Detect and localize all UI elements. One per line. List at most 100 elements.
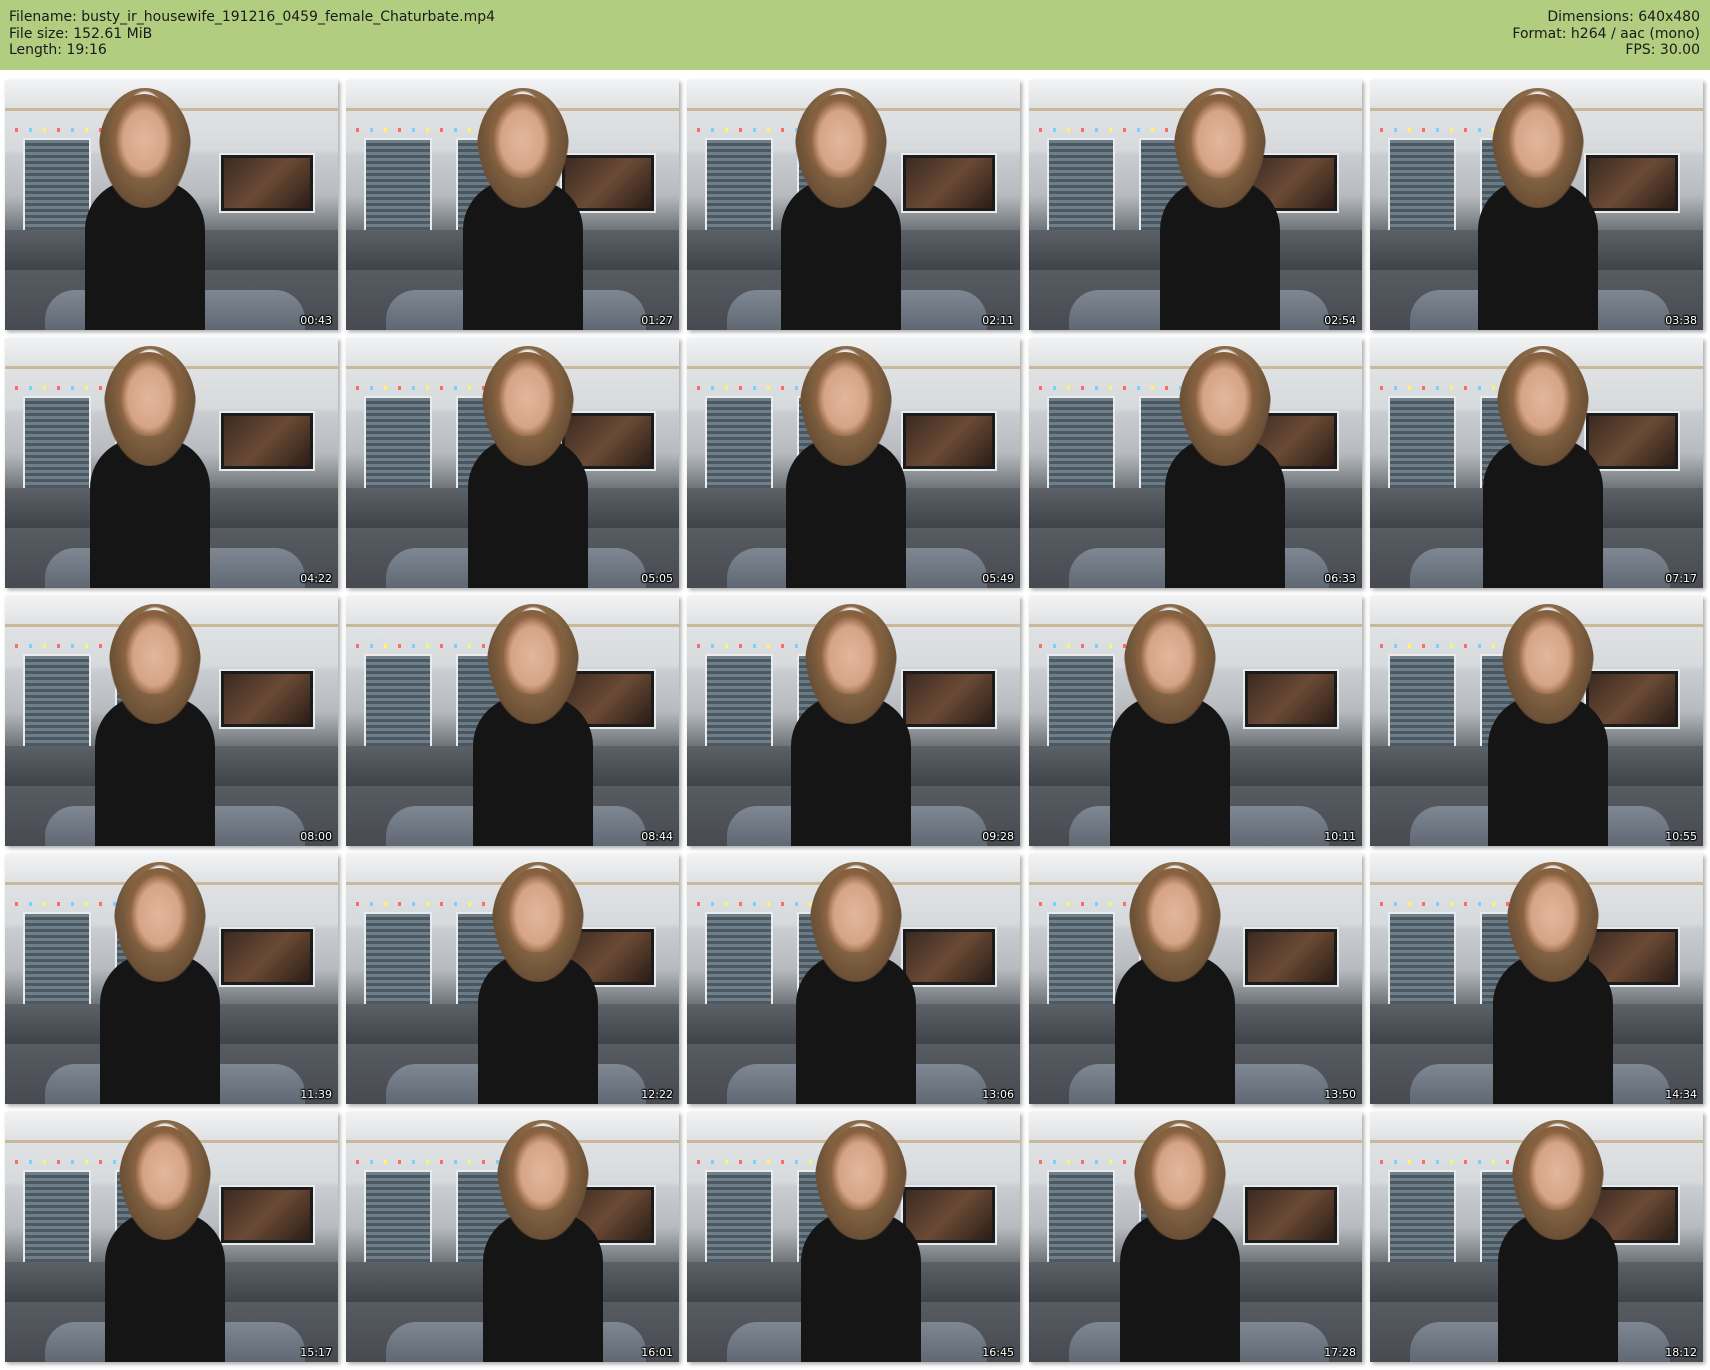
- person-head: [1146, 1126, 1212, 1210]
- window-blinds: [1388, 912, 1456, 1006]
- file-info-right: Dimensions: 640x480 Format: h264 / aac (…: [1512, 9, 1700, 59]
- thumbnail-timestamp: 05:05: [641, 572, 673, 585]
- thumbnail-timestamp: 15:17: [300, 1346, 332, 1359]
- person-head: [1519, 868, 1585, 952]
- wall-picture: [219, 411, 315, 471]
- person-head: [121, 610, 187, 694]
- video-thumbnail[interactable]: 00:43: [5, 80, 338, 330]
- thumbnail-timestamp: 00:43: [300, 314, 332, 327]
- video-thumbnail[interactable]: 16:01: [346, 1112, 679, 1362]
- window-blinds: [23, 912, 91, 1006]
- thumbnail-timestamp: 16:45: [982, 1346, 1014, 1359]
- person-head: [499, 610, 565, 694]
- wall-picture: [901, 669, 997, 729]
- wall-picture: [1584, 153, 1680, 213]
- thumbnail-timestamp: 08:44: [641, 830, 673, 843]
- video-thumbnail[interactable]: 17:28: [1029, 1112, 1362, 1362]
- person-head: [489, 94, 555, 178]
- wall-picture: [219, 1185, 315, 1245]
- thumbnail-timestamp: 01:27: [641, 314, 673, 327]
- window-blinds: [23, 654, 91, 748]
- video-thumbnail[interactable]: 14:34: [1370, 854, 1703, 1104]
- video-thumbnail[interactable]: 12:22: [346, 854, 679, 1104]
- thumbnail-timestamp: 18:12: [1665, 1346, 1697, 1359]
- window-blinds: [1047, 654, 1115, 748]
- wall-picture: [560, 153, 656, 213]
- video-thumbnail[interactable]: 10:55: [1370, 596, 1703, 846]
- person-head: [1191, 352, 1257, 436]
- wall-picture: [219, 153, 315, 213]
- thumbnail-timestamp: 09:28: [982, 830, 1014, 843]
- person-head: [1524, 1126, 1590, 1210]
- video-thumbnail[interactable]: 06:33: [1029, 338, 1362, 588]
- window-blinds: [23, 396, 91, 490]
- file-info-left: Filename: busty_ir_housewife_191216_0459…: [9, 9, 495, 59]
- wall-picture: [219, 927, 315, 987]
- window-blinds: [364, 138, 432, 232]
- thumbnail-timestamp: 17:28: [1324, 1346, 1356, 1359]
- window-blinds: [364, 1170, 432, 1264]
- format-text: Format: h264 / aac (mono): [1512, 25, 1700, 42]
- video-thumbnail[interactable]: 05:05: [346, 338, 679, 588]
- thumbnail-timestamp: 04:22: [300, 572, 332, 585]
- video-thumbnail[interactable]: 16:45: [687, 1112, 1020, 1362]
- video-thumbnail[interactable]: 10:11: [1029, 596, 1362, 846]
- video-thumbnail[interactable]: 09:28: [687, 596, 1020, 846]
- video-thumbnail[interactable]: 03:38: [1370, 80, 1703, 330]
- thumbnail-timestamp: 08:00: [300, 830, 332, 843]
- person-head: [812, 352, 878, 436]
- video-thumbnail[interactable]: 04:22: [5, 338, 338, 588]
- wall-picture: [1243, 669, 1339, 729]
- fps-text: FPS: 30.00: [1625, 42, 1700, 58]
- thumbnail-timestamp: 11:39: [300, 1088, 332, 1101]
- person-head: [116, 352, 182, 436]
- person-head: [1514, 610, 1580, 694]
- person-head: [1141, 868, 1207, 952]
- thumbnail-timestamp: 07:17: [1665, 572, 1697, 585]
- person-head: [827, 1126, 893, 1210]
- person-head: [822, 868, 888, 952]
- person-head: [509, 1126, 575, 1210]
- dimensions-text: Dimensions: 640x480: [1547, 9, 1700, 25]
- video-thumbnail[interactable]: 18:12: [1370, 1112, 1703, 1362]
- window-blinds: [1388, 138, 1456, 232]
- person-head: [111, 94, 177, 178]
- person-head: [131, 1126, 197, 1210]
- thumbnail-timestamp: 16:01: [641, 1346, 673, 1359]
- window-blinds: [1388, 396, 1456, 490]
- video-thumbnail[interactable]: 05:49: [687, 338, 1020, 588]
- thumbnail-timestamp: 02:54: [1324, 314, 1356, 327]
- thumbnail-timestamp: 02:11: [982, 314, 1014, 327]
- person-head: [1186, 94, 1252, 178]
- video-thumbnail[interactable]: 11:39: [5, 854, 338, 1104]
- window-blinds: [23, 1170, 91, 1264]
- video-thumbnail[interactable]: 08:44: [346, 596, 679, 846]
- video-thumbnail[interactable]: 08:00: [5, 596, 338, 846]
- video-thumbnail[interactable]: 02:54: [1029, 80, 1362, 330]
- window-blinds: [364, 396, 432, 490]
- video-thumbnail[interactable]: 07:17: [1370, 338, 1703, 588]
- person-head: [504, 868, 570, 952]
- window-blinds: [1047, 1170, 1115, 1264]
- video-thumbnail[interactable]: 13:06: [687, 854, 1020, 1104]
- wall-picture: [1584, 411, 1680, 471]
- wall-picture: [219, 669, 315, 729]
- window-blinds: [1388, 1170, 1456, 1264]
- window-blinds: [1388, 654, 1456, 748]
- thumbnail-timestamp: 13:06: [982, 1088, 1014, 1101]
- wall-picture: [1243, 1185, 1339, 1245]
- window-blinds: [1047, 138, 1115, 232]
- window-blinds: [364, 912, 432, 1006]
- length-text: Length: 19:16: [9, 42, 107, 58]
- wall-picture: [1243, 927, 1339, 987]
- video-thumbnail[interactable]: 02:11: [687, 80, 1020, 330]
- window-blinds: [705, 1170, 773, 1264]
- window-blinds: [705, 396, 773, 490]
- person-head: [1509, 352, 1575, 436]
- video-thumbnail[interactable]: 15:17: [5, 1112, 338, 1362]
- filesize-text: File size: 152.61 MiB: [9, 25, 153, 42]
- person-head: [1504, 94, 1570, 178]
- video-thumbnail[interactable]: 01:27: [346, 80, 679, 330]
- person-head: [817, 610, 883, 694]
- video-thumbnail[interactable]: 13:50: [1029, 854, 1362, 1104]
